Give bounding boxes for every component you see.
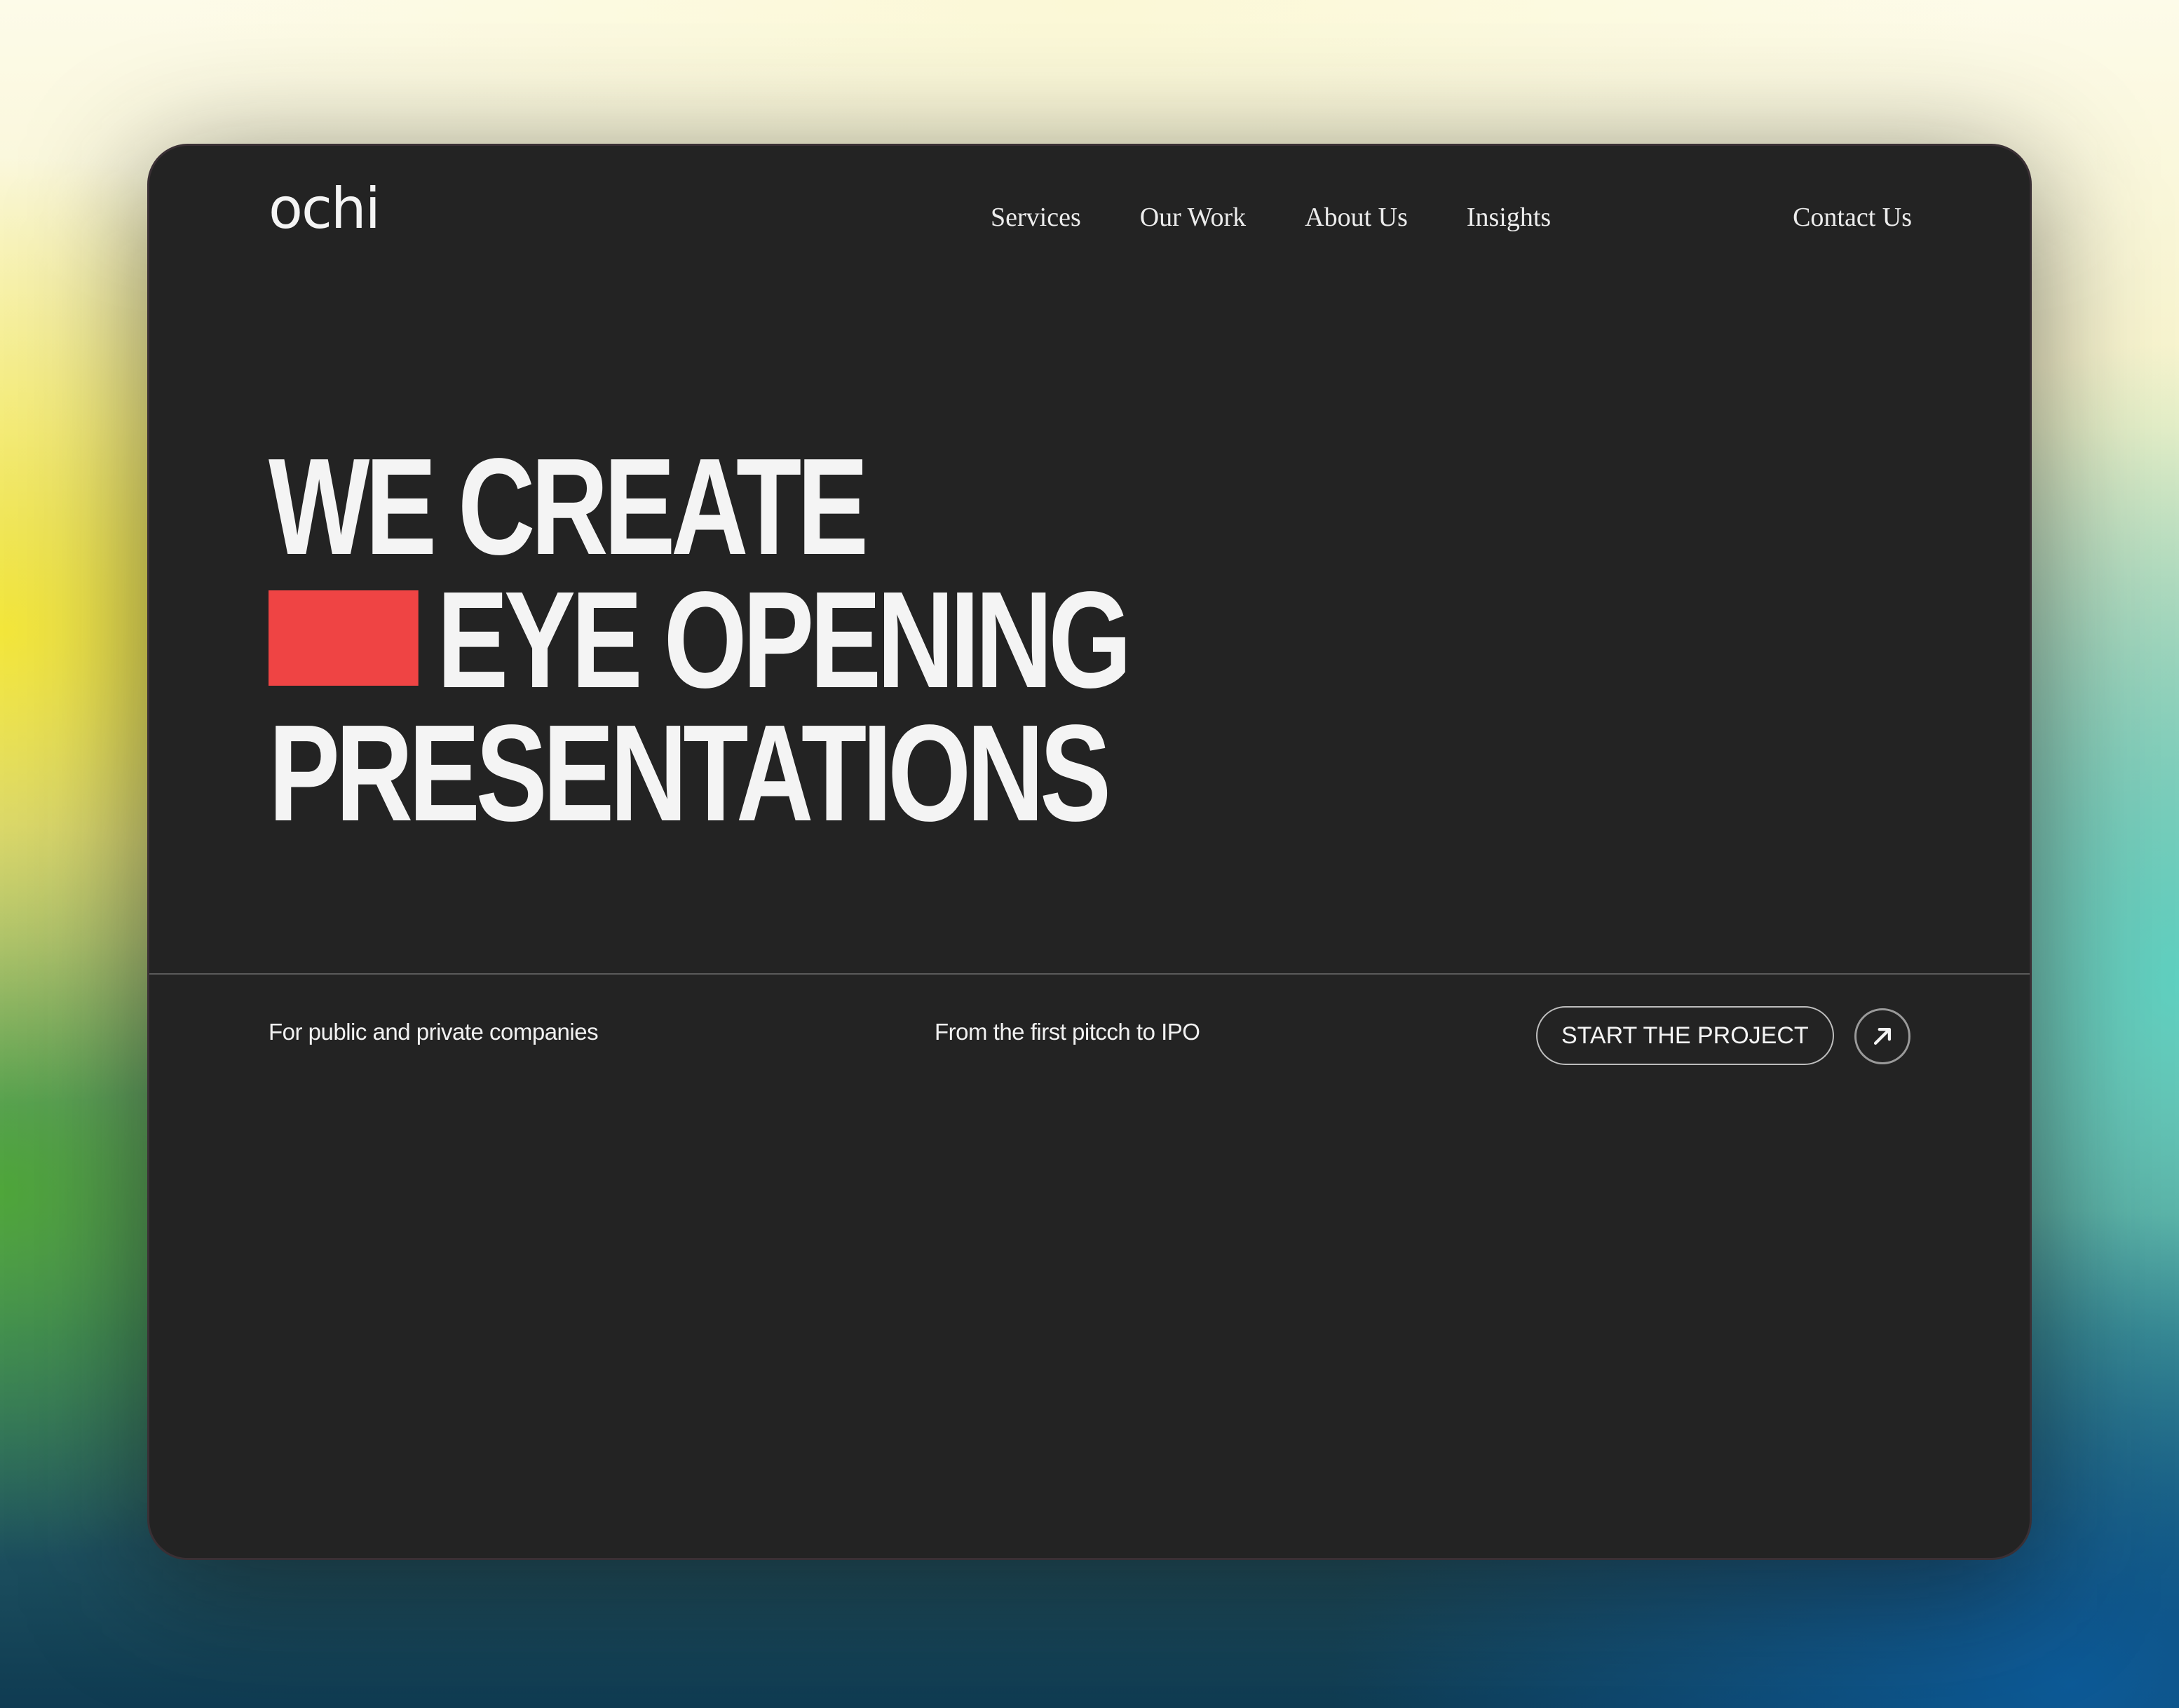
hero-line-1: WE CREATE (269, 430, 869, 583)
start-project-button[interactable]: START THE PROJECT (1536, 1006, 1834, 1065)
hero-line-3: PRESENTATIONS (269, 696, 1111, 850)
nav-item-contact-us[interactable]: Contact Us (1793, 202, 1912, 233)
accent-block (269, 590, 419, 686)
section-divider (149, 973, 2030, 975)
main-nav: Services Our Work About Us Insights (991, 202, 1551, 233)
ochi-logo[interactable]: ochi (269, 181, 381, 237)
nav-item-services[interactable]: Services (991, 202, 1081, 233)
start-project-arrow-button[interactable] (1854, 1008, 1910, 1064)
hero-line-2: EYE OPENING (269, 571, 1132, 709)
hero-heading: WE CREATE EYE OPENING PRESENTATIONS (269, 430, 1370, 850)
nav-item-insights[interactable]: Insights (1467, 202, 1551, 233)
nav-item-about-us[interactable]: About Us (1305, 202, 1408, 233)
nav-item-our-work[interactable]: Our Work (1140, 202, 1246, 233)
tagline-companies: For public and private companies (269, 1019, 599, 1045)
browser-window: ochi Services Our Work About Us Insights… (147, 144, 2032, 1560)
arrow-up-right-icon (1873, 1027, 1892, 1045)
hero-line-2-text: EYE OPENING (437, 563, 1132, 717)
tagline-pitch-to-ipo: From the first pitcch to IPO (935, 1019, 1200, 1045)
